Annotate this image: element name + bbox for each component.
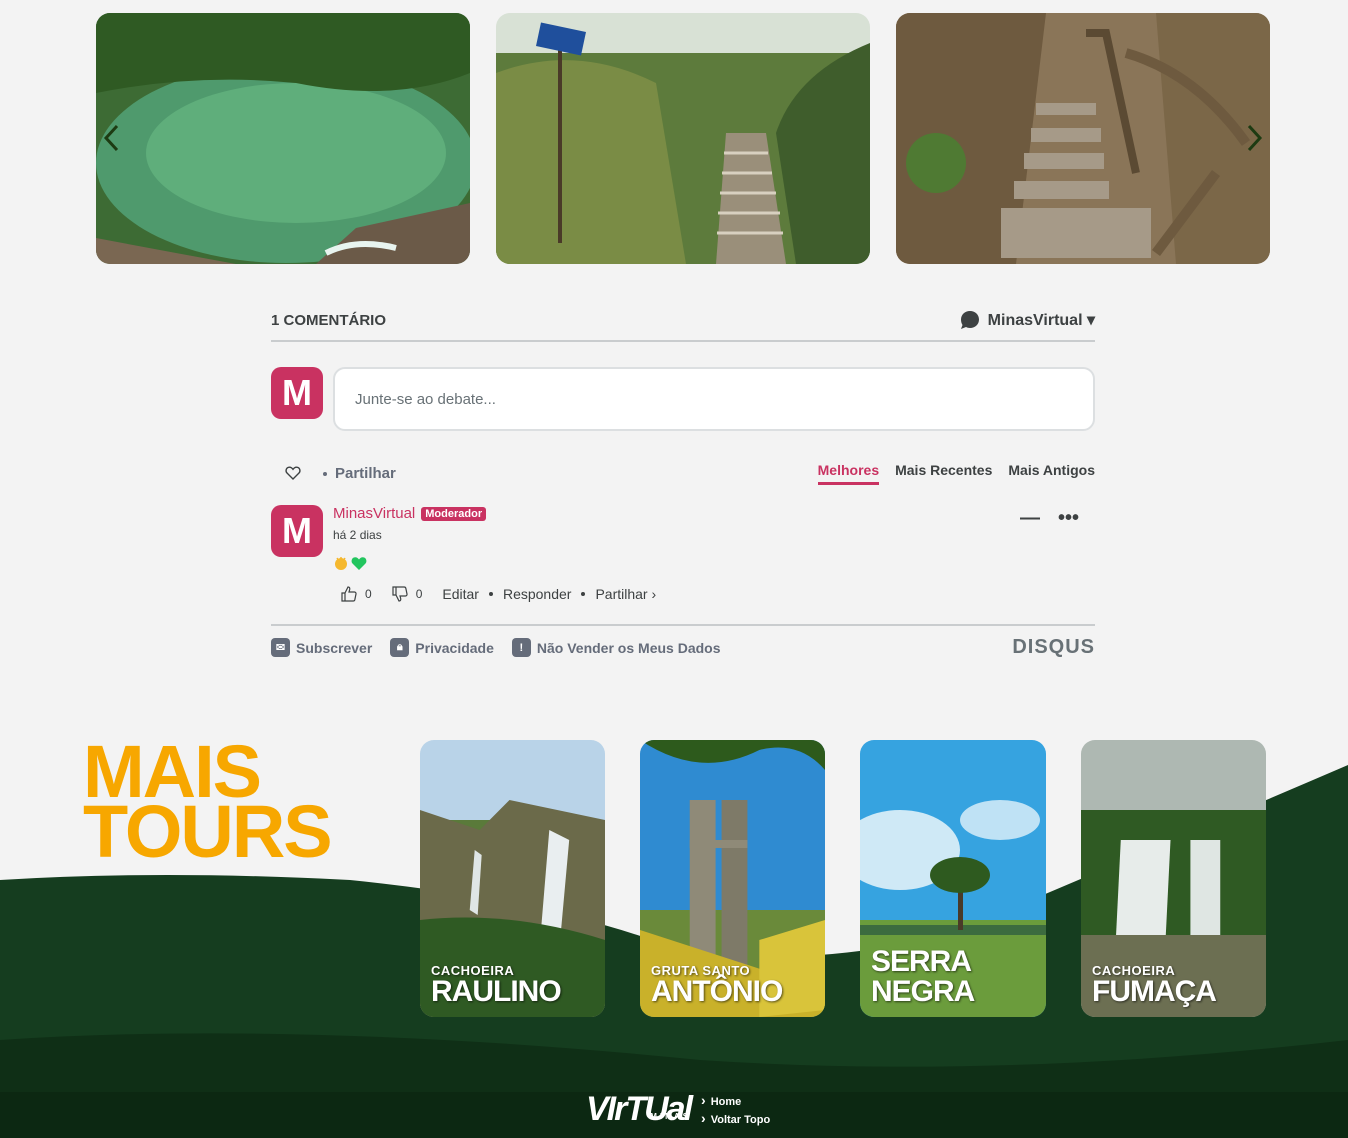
comment-count: 1 COMENTÁRIO: [271, 311, 387, 329]
comments-section: 1 COMENTÁRIO MinasVirtual ▾ M Junte-se a…: [271, 300, 1095, 659]
share-thread-link[interactable]: Partilhar: [323, 465, 396, 482]
privacy-label: Privacidade: [415, 639, 494, 656]
tour-card-fumaca[interactable]: CACHOEIRA FUMAÇA: [1081, 740, 1266, 1017]
reply-link[interactable]: Responder: [503, 586, 572, 602]
comment-input[interactable]: Junte-se ao debate...: [333, 367, 1095, 431]
collapse-button[interactable]: —: [1020, 507, 1040, 530]
disqus-logo[interactable]: DISQUS: [1012, 636, 1095, 659]
account-name: MinasVirtual ▾: [987, 312, 1095, 329]
comment-menu-button[interactable]: •••: [1058, 507, 1079, 530]
moderator-badge: Moderador: [421, 506, 487, 521]
do-not-sell-link[interactable]: ! Não Vender os Meus Dados: [511, 638, 721, 657]
edit-link[interactable]: Editar: [442, 586, 479, 602]
post-avatar[interactable]: M: [271, 505, 323, 557]
footer-top-link[interactable]: Voltar Topo: [701, 1110, 770, 1126]
heart-icon[interactable]: [285, 465, 301, 481]
lock-icon: 🔒︎: [390, 638, 410, 657]
subscribe-label: Subscrever: [296, 639, 373, 656]
logo-sub: MINAS: [650, 1112, 692, 1121]
downvote-button[interactable]: 0: [392, 586, 423, 602]
privacy-link[interactable]: 🔒︎ Privacidade: [390, 638, 494, 657]
gallery-photo-stairs[interactable]: [896, 13, 1270, 264]
gallery-next-button[interactable]: [1240, 118, 1270, 158]
envelope-icon: ✉: [271, 638, 290, 657]
site-logo[interactable]: VIrTUal MINAS: [586, 1092, 693, 1126]
compose-row: M Junte-se ao debate...: [271, 367, 1095, 431]
sort-tabs: Melhores Mais Recentes Mais Antigos: [817, 462, 1095, 485]
tab-best[interactable]: Melhores: [817, 462, 880, 485]
tour-label-big: FUMAÇA: [1092, 975, 1217, 1008]
tour-label-top: SERRA: [871, 945, 972, 978]
gallery-photo-trail[interactable]: [496, 13, 870, 264]
tab-oldest[interactable]: Mais Antigos: [1008, 462, 1095, 485]
more-tours-title: MAIS TOURS: [83, 735, 333, 873]
tour-label-big: RAULINO: [431, 975, 562, 1008]
comment-post: M MinasVirtual Moderador há 2 dias 0 0 E…: [271, 505, 1095, 602]
gallery-prev-button[interactable]: [96, 118, 126, 158]
comments-toolbar: Partilhar Melhores Mais Recentes Mais An…: [271, 461, 1095, 485]
post-timestamp[interactable]: há 2 dias: [333, 528, 1095, 542]
footer-home-link[interactable]: Home: [701, 1092, 770, 1108]
share-comment-link[interactable]: Partilhar ›: [595, 586, 656, 602]
tour-card-raulino[interactable]: CACHOEIRA RAULINO: [420, 740, 605, 1017]
subscribe-link[interactable]: ✉ Subscrever: [271, 638, 372, 657]
warning-icon: !: [511, 638, 531, 657]
post-author-name[interactable]: MinasVirtual: [333, 505, 415, 522]
tour-card-gruta[interactable]: GRUTA SANTO ANTÔNIO: [640, 740, 825, 1017]
chevron-left-icon: [103, 124, 119, 152]
comments-footer: ✉ Subscrever 🔒︎ Privacidade ! Não Vender…: [271, 624, 1095, 659]
site-footer: VIrTUal MINAS Home Voltar Topo: [586, 1092, 770, 1126]
title-line-2: TOURS: [83, 790, 333, 873]
upvote-count: 0: [365, 587, 372, 601]
share-label: Partilhar: [335, 464, 396, 482]
tour-label-big: ANTÔNIO: [651, 975, 783, 1008]
do-not-sell-label: Não Vender os Meus Dados: [536, 639, 721, 656]
gallery-photo-pool[interactable]: [96, 13, 470, 264]
photo-gallery: [96, 13, 1270, 264]
thumbs-up-icon: [341, 586, 357, 602]
tab-newest[interactable]: Mais Recentes: [895, 462, 992, 485]
upvote-button[interactable]: 0: [341, 586, 372, 602]
green-heart-icon: [351, 557, 367, 570]
tour-label-big: NEGRA: [871, 975, 975, 1008]
post-content: [333, 554, 1095, 572]
avatar[interactable]: M: [271, 367, 323, 419]
chat-bubble-icon: [960, 311, 979, 329]
thumbs-down-icon: [392, 586, 408, 602]
clapping-hands-icon: [335, 557, 347, 570]
chevron-right-icon: [1247, 124, 1263, 152]
tour-card-serra[interactable]: SERRA NEGRA: [860, 740, 1046, 1017]
downvote-count: 0: [415, 587, 423, 601]
account-menu[interactable]: MinasVirtual ▾: [960, 310, 1095, 330]
comments-header: 1 COMENTÁRIO MinasVirtual ▾: [271, 300, 1095, 342]
